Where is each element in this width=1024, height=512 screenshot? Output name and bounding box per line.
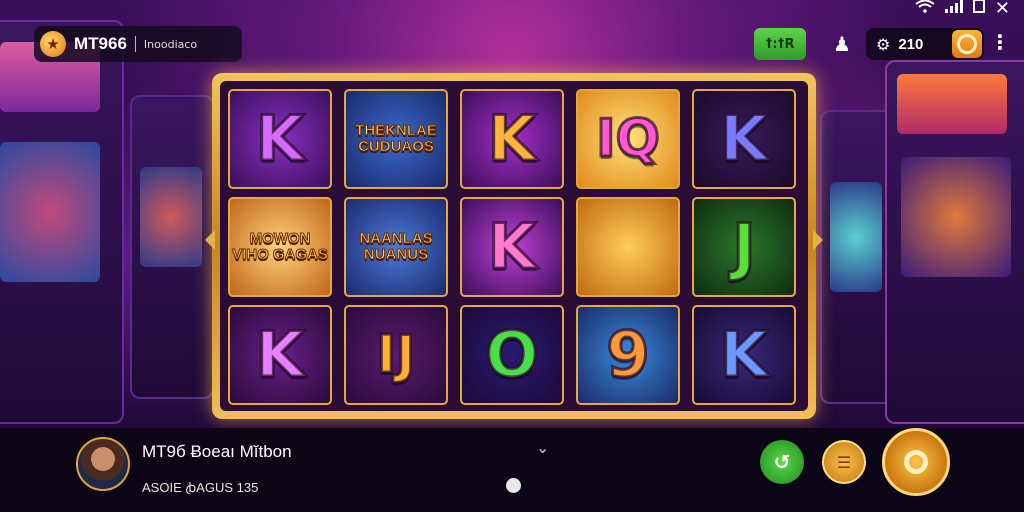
arcade-screen-left xyxy=(0,142,100,282)
reel-symbol: THEKNLAE CUDUAOS xyxy=(344,89,448,189)
arcade-marquee-right xyxy=(897,74,1007,134)
reel-symbol: K xyxy=(228,305,332,405)
reel-symbol: IJ xyxy=(344,305,448,405)
battery-icon xyxy=(972,0,985,17)
arcade-cabinet-left-2 xyxy=(130,95,214,399)
reel-symbol: 9 xyxy=(576,305,680,405)
badge-symbol-label: NAANLAS NUANUS xyxy=(359,230,433,263)
bottom-bar xyxy=(0,428,1024,512)
reel-3: KKO xyxy=(460,89,564,411)
reel-4: IQ 9 xyxy=(576,89,680,411)
reel-area: K MOWON VIHO GAGAS K THEKNLAE CUDUAOS NAANLA… xyxy=(220,81,808,411)
reel-frame: K MOWON VIHO GAGAS K THEKNLAE CUDUAOS NAANLA… xyxy=(212,73,816,419)
arcade-cabinet-right-2 xyxy=(820,110,894,404)
status-bar: ✕ xyxy=(915,0,1010,19)
close-icon[interactable]: ✕ xyxy=(995,0,1010,19)
badge-symbol-label: MOWON VIHO GAGAS xyxy=(232,230,329,263)
gear-icon[interactable]: ⚙ xyxy=(876,35,890,54)
grid-icon: ☰ xyxy=(836,452,852,472)
badge-symbol-label: THEKNLAE CUDUAOS xyxy=(355,122,438,155)
arcade-screen-right-2 xyxy=(830,182,882,292)
arcade-screen-right xyxy=(901,157,1011,277)
reel-symbol: IQ xyxy=(576,89,680,189)
symbol-label: IJ xyxy=(375,325,417,385)
arcade-screen-left-2 xyxy=(140,167,202,267)
reel-symbol: NAANLAS NUANUS xyxy=(344,197,448,297)
reel-symbol: J xyxy=(692,197,796,297)
player-info: ASOIE ꞗAGUS 135 xyxy=(142,480,259,495)
coin-icon[interactable] xyxy=(952,30,982,58)
credit-value: 210 xyxy=(898,35,924,53)
arcade-cabinet-left xyxy=(0,20,124,424)
refresh-icon: ↺ xyxy=(773,450,791,474)
symbol-label: K xyxy=(718,318,769,391)
symbol-label: IQ xyxy=(595,109,662,169)
autoplay-button[interactable]: ↺ xyxy=(760,440,804,484)
credit-display[interactable]: ⚙ 210 xyxy=(866,28,984,60)
reel-symbol: K xyxy=(228,89,332,189)
menu-button[interactable]: ☰ xyxy=(822,440,866,484)
brand-name: MT966 xyxy=(74,34,127,53)
reel-2: THEKNLAE CUDUAOS NAANLAS NUANUS IJ xyxy=(344,89,448,411)
reel-1: K MOWON VIHO GAGAS K xyxy=(228,89,332,411)
brand-subtitle: Ιnoodiaco xyxy=(143,37,198,51)
spin-button[interactable] xyxy=(882,428,950,496)
player-name: MT9б Ƀoeaı Mĭtbon xyxy=(142,442,292,461)
symbol-label: 9 xyxy=(605,318,651,391)
spin-icon xyxy=(904,450,928,474)
reel-symbol: O xyxy=(460,305,564,405)
star-logo-icon: ★ xyxy=(40,31,66,57)
reel-5: KJK xyxy=(692,89,796,411)
reel-symbol xyxy=(576,197,680,297)
reel-symbol: K xyxy=(460,197,564,297)
symbol-label: J xyxy=(731,210,757,283)
reel-symbol: K xyxy=(692,89,796,189)
brand-divider xyxy=(134,36,136,52)
reel-symbol: K xyxy=(692,305,796,405)
symbol-label: O xyxy=(484,318,540,391)
reel-symbol: MOWON VIHO GAGAS xyxy=(228,197,332,297)
green-action-button[interactable]: ꝉ꞉ꝉR xyxy=(754,28,806,60)
reel-symbol: K xyxy=(460,89,564,189)
signal-icon xyxy=(944,0,963,17)
symbol-label: K xyxy=(718,102,769,175)
more-vertical-icon[interactable]: ⋮ xyxy=(990,30,1010,54)
symbol-label: K xyxy=(254,102,305,175)
brand-bar[interactable]: ★ MT966 Ιnoodiaco xyxy=(34,26,242,62)
chevron-down-icon[interactable]: ⌄ xyxy=(536,438,549,457)
player-avatar[interactable] xyxy=(76,437,130,491)
symbol-label: K xyxy=(486,210,537,283)
arcade-cabinet-right xyxy=(885,60,1024,424)
symbol-label: K xyxy=(486,102,537,175)
symbol-label: K xyxy=(254,318,305,391)
page-indicator-dot xyxy=(506,478,521,493)
user-icon[interactable]: ♟ xyxy=(830,32,854,56)
wifi-icon xyxy=(915,0,935,17)
